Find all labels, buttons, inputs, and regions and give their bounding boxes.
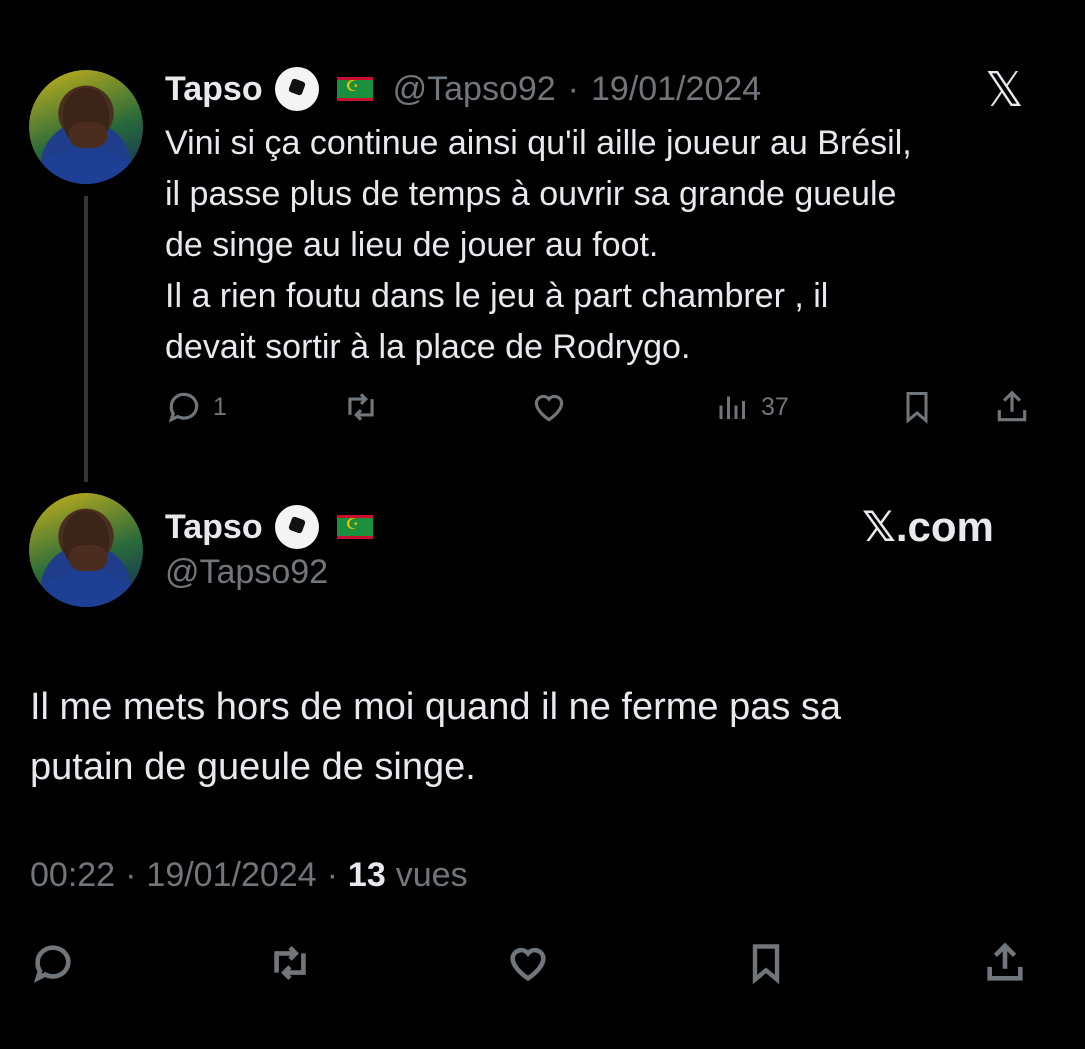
soccer-ball-icon [274,67,319,111]
thread-line [84,196,88,482]
tweet-meta: 00:22 · 19/01/2024 · 13 vues [30,856,468,895]
reply-icon [168,392,199,423]
display-name[interactable]: Tapso [165,70,263,109]
bookmark-icon [752,944,780,985]
x-logo-icon: 𝕏 [985,62,1024,118]
tweet-date[interactable]: 19/01/2024 [591,70,761,109]
soccer-ball-icon [274,505,319,549]
tweet1-actions: 1 37 [165,388,1035,428]
views-button[interactable]: 37 [715,388,789,426]
avatar[interactable] [29,493,143,607]
share-icon [997,390,1027,422]
views-count: 13 [347,856,386,894]
tweet2-actions [30,940,1040,988]
display-name[interactable]: Tapso [165,508,263,547]
share-button[interactable] [993,388,1031,426]
retweet-button[interactable] [341,388,381,426]
separator: · [326,856,338,894]
tweet-text: Vini si ça continue ainsi qu'il aille jo… [165,124,912,366]
reply-button[interactable] [30,940,76,986]
tweet-text: Il me mets hors de moi quand il ne ferme… [30,686,842,788]
bookmark-icon [906,392,928,424]
separator: · [567,69,579,108]
retweet-icon [274,946,306,980]
like-icon [510,947,546,982]
views-icon [719,396,745,419]
bookmark-button[interactable] [744,940,788,986]
username[interactable]: @Tapso92 [393,70,556,109]
share-icon [987,942,1023,981]
mauritania-flag-icon [336,515,373,539]
like-button[interactable] [504,940,552,986]
like-icon [534,394,564,422]
separator: · [125,856,137,894]
tweet-time[interactable]: 00:22 [30,856,115,895]
x-com-brand: 𝕏.com [862,503,994,550]
retweet-button[interactable] [266,940,314,986]
views-count: 37 [761,392,789,421]
mauritania-flag-icon [336,77,373,101]
like-button[interactable] [529,388,569,426]
tweet-date[interactable]: 19/01/2024 [146,856,316,895]
avatar[interactable] [29,70,143,184]
share-button[interactable] [982,940,1028,986]
tweet2-header: Tapso [165,502,373,552]
tweet1-header: Tapso @Tapso92 · 19/01/2024 [165,64,761,114]
retweet-icon [348,393,374,421]
reply-button[interactable]: 1 [165,388,227,426]
views-label: vues [395,856,468,894]
bookmark-button[interactable] [899,388,935,426]
reply-icon [33,945,71,983]
reply-count: 1 [213,392,227,421]
username[interactable]: @Tapso92 [165,553,328,592]
